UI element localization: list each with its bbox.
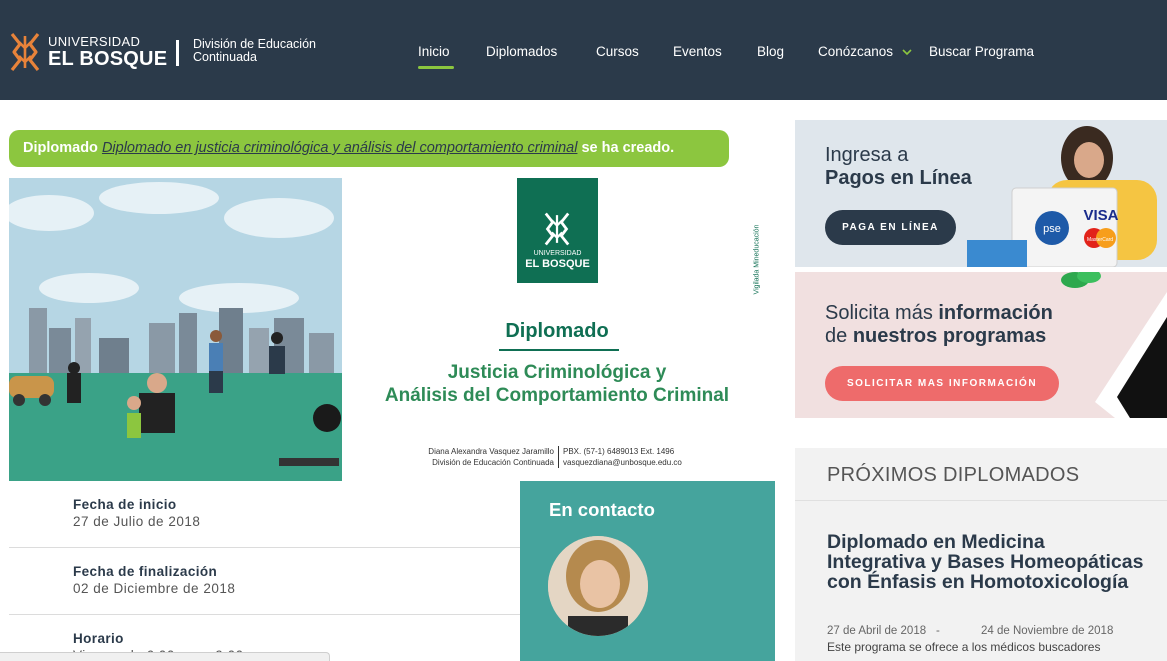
banner-title-line-1: Justicia Criminológica y — [447, 362, 667, 383]
criminal-justice-illustration — [9, 178, 342, 481]
detail-label: Fecha de finalización — [73, 564, 218, 579]
university-logo[interactable]: UNIVERSIDAD EL BOSQUE — [8, 30, 168, 76]
laptop-payments-illustration: pse VISA MasterCard — [967, 126, 1157, 267]
upcoming-start-date: 27 de Abril de 2018 — [827, 625, 927, 637]
nav-eventos[interactable]: Eventos — [673, 44, 722, 59]
banner-crest-icon — [544, 212, 570, 246]
nav-active-indicator — [418, 66, 454, 69]
detail-value: 27 de Julio de 2018 — [73, 514, 201, 529]
detail-end-date: Fecha de finalización 02 de Diciembre de… — [9, 548, 520, 615]
upcoming-date-separator: - — [936, 625, 940, 637]
upcoming-end-date: 24 de Noviembre de 2018 — [981, 625, 1114, 637]
banner-rule — [499, 349, 619, 351]
banner-label: Diplomado — [505, 320, 609, 342]
request-line-2b: nuestros programas — [852, 325, 1047, 347]
card-brand-visa: VISA — [1083, 207, 1118, 224]
chevron-down-icon[interactable] — [902, 47, 912, 57]
nav-inicio[interactable]: Inicio — [418, 44, 450, 59]
alert-link[interactable]: Diplomado en justicia criminológica y an… — [102, 140, 577, 156]
request-line-1b: información — [938, 302, 1053, 324]
alert-suffix: se ha creado. — [581, 140, 675, 156]
upcoming-item-title[interactable]: Diplomado en Medicina Integrativa y Base… — [827, 532, 1147, 592]
contact-division: División de Educación Continuada — [432, 458, 554, 467]
request-line-1a: Solicita más — [825, 302, 939, 324]
upcoming-header: PRÓXIMOS DIPLOMADOS — [795, 448, 1167, 501]
banner-logo-line-1: UNIVERSIDAD — [533, 250, 582, 257]
success-alert: Diplomado Diplomado en justicia criminol… — [9, 130, 729, 167]
nav-diplomados[interactable]: Diplomados — [486, 44, 557, 59]
logo-line-1: UNIVERSIDAD — [48, 34, 141, 49]
horizontal-scrollbar[interactable] — [0, 652, 330, 661]
contact-photo-icon — [548, 536, 648, 636]
request-info-banner[interactable]: Solicita más información de nuestros pro… — [795, 272, 1167, 418]
alert-prefix: Diplomado — [23, 140, 98, 156]
nav-conozcanos[interactable]: Conózcanos — [818, 44, 893, 59]
banner-logo-line-2: EL BOSQUE — [525, 258, 590, 270]
division-name: División de Educación Continuada — [193, 37, 316, 64]
detail-value: 02 de Diciembre de 2018 — [73, 581, 236, 596]
upcoming-description: Este programa se ofrece a los médicos bu… — [827, 640, 1101, 654]
request-line-2a: de — [825, 325, 853, 347]
contact-card-title: En contacto — [549, 499, 655, 520]
university-crest-icon — [10, 33, 40, 71]
contact-name: Diana Alexandra Vasquez Jaramillo — [428, 447, 554, 456]
nav-cursos[interactable]: Cursos — [596, 44, 639, 59]
payments-banner[interactable]: Ingresa a Pagos en Línea PAGA EN LÍNEA p… — [795, 120, 1167, 267]
pay-online-button[interactable]: PAGA EN LÍNEA — [825, 210, 956, 245]
contact-card: En contacto — [520, 481, 775, 661]
tablet-plant-illustration — [1061, 272, 1167, 418]
banner-contact-left: Diana Alexandra Vasquez Jaramillo Divisi… — [394, 446, 554, 468]
card-brand-mastercard: MasterCard — [1087, 237, 1113, 243]
payments-line-1: Ingresa a — [825, 144, 909, 166]
request-line-1: Solicita más información — [825, 302, 1053, 325]
logo-line-2: EL BOSQUE — [48, 48, 168, 70]
top-navbar: UNIVERSIDAD EL BOSQUE División de Educac… — [0, 0, 1167, 100]
avatar — [548, 536, 648, 636]
request-info-button[interactable]: SOLICITAR MAS INFORMACIÓN — [825, 366, 1059, 401]
request-line-2: de nuestros programas — [825, 325, 1046, 348]
detail-label: Horario — [73, 631, 124, 646]
contact-divider — [558, 446, 559, 468]
upcoming-diplomas: PRÓXIMOS DIPLOMADOS Diplomado en Medicin… — [795, 448, 1167, 661]
nav-blog[interactable]: Blog — [757, 44, 784, 59]
banner-title-line-2: Análisis del Comportamiento Criminal — [384, 385, 730, 406]
nav-buscar-programa[interactable]: Buscar Programa — [929, 44, 1034, 59]
detail-label: Fecha de inicio — [73, 497, 177, 512]
detail-start-date: Fecha de inicio 27 de Julio de 2018 — [9, 481, 520, 548]
contact-phone: PBX. (57-1) 6489013 Ext. 1496 — [563, 447, 675, 456]
vigilada-text: Vigilada Mineducación — [753, 224, 761, 295]
payments-line-2: Pagos en Línea — [825, 167, 972, 189]
contact-email: vasquezdiana@unbosque.edu.co — [563, 458, 682, 467]
vigilada-label: Vigilada Mineducación — [751, 218, 763, 308]
program-banner: UNIVERSIDAD EL BOSQUE Vigilada Mineducac… — [9, 178, 775, 481]
logo-divider — [176, 40, 179, 66]
banner-contact-right: PBX. (57-1) 6489013 Ext. 1496 vasquezdia… — [563, 446, 763, 468]
card-brand-pse: pse — [1043, 223, 1061, 235]
banner-university-logo: UNIVERSIDAD EL BOSQUE — [517, 178, 598, 283]
upcoming-heading: PRÓXIMOS DIPLOMADOS — [827, 464, 1080, 486]
